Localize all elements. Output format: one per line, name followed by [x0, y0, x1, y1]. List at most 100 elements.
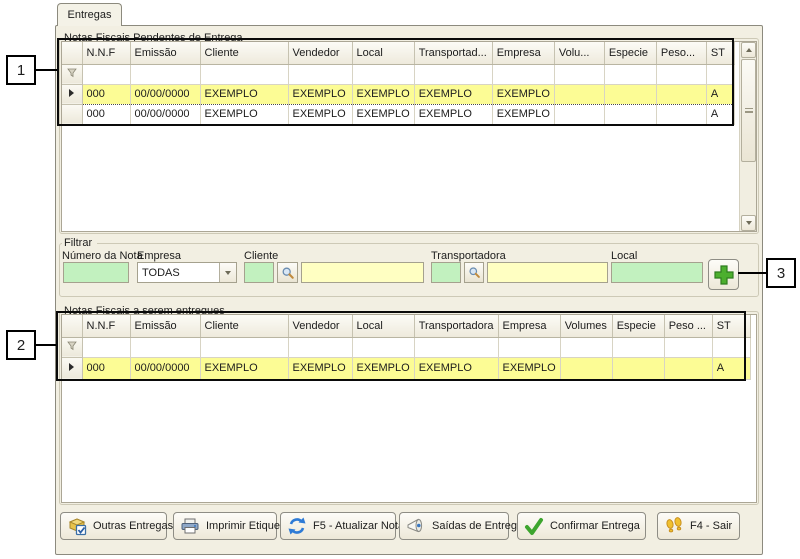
col-especie[interactable]: Especie: [604, 42, 656, 64]
filter-cell[interactable]: [352, 64, 414, 84]
cell-empresa[interactable]: EXEMPLO: [492, 104, 554, 124]
col-especie[interactable]: Especie: [612, 315, 664, 337]
col-peso[interactable]: Peso ...: [664, 315, 712, 337]
filter-cell[interactable]: [82, 337, 130, 357]
col-nnf[interactable]: N.N.F: [82, 42, 130, 64]
cliente-code-input[interactable]: [244, 262, 274, 283]
col-nnf[interactable]: N.N.F: [82, 315, 130, 337]
cell-emissao[interactable]: 00/00/0000: [130, 104, 200, 124]
filter-cell[interactable]: [492, 64, 554, 84]
empresa-select[interactable]: TODAS: [137, 262, 237, 283]
cell-cliente[interactable]: EXEMPLO: [200, 104, 288, 124]
col-emissao[interactable]: Emissão: [130, 315, 200, 337]
cell-transportadora[interactable]: EXEMPLO: [414, 357, 498, 379]
cell-empresa[interactable]: EXEMPLO: [498, 357, 560, 379]
col-cliente[interactable]: Cliente: [200, 315, 288, 337]
atualizar-notas-button[interactable]: F5 - Atualizar Notas: [280, 512, 396, 540]
scroll-up-button[interactable]: [741, 42, 756, 58]
cell-volumes[interactable]: [554, 104, 604, 124]
cell-vendedor[interactable]: EXEMPLO: [288, 84, 352, 104]
filter-cell[interactable]: [200, 64, 288, 84]
col-empresa[interactable]: Empresa: [492, 42, 554, 64]
col-peso[interactable]: Peso...: [656, 42, 706, 64]
cell-emissao[interactable]: 00/00/0000: [130, 84, 200, 104]
local-input[interactable]: [611, 262, 703, 283]
cell-emissao[interactable]: 00/00/0000: [130, 357, 200, 379]
col-local[interactable]: Local: [352, 42, 414, 64]
cell-vendedor[interactable]: EXEMPLO: [288, 104, 352, 124]
cell-peso[interactable]: [656, 104, 706, 124]
cell-st[interactable]: A: [706, 84, 734, 104]
col-vendedor[interactable]: Vendedor: [288, 42, 352, 64]
col-empresa[interactable]: Empresa: [498, 315, 560, 337]
filter-cell[interactable]: [414, 64, 492, 84]
col-volumes[interactable]: Volumes: [560, 315, 612, 337]
cell-local[interactable]: EXEMPLO: [352, 104, 414, 124]
filter-cell[interactable]: [712, 337, 750, 357]
col-st[interactable]: ST: [706, 42, 734, 64]
cliente-search-button[interactable]: [277, 262, 298, 283]
scroll-down-button[interactable]: [741, 215, 756, 231]
col-volumes[interactable]: Volu...: [554, 42, 604, 64]
col-local[interactable]: Local: [352, 315, 414, 337]
numero-nota-input[interactable]: [63, 262, 129, 283]
cell-nnf[interactable]: 000: [82, 104, 130, 124]
cell-empresa[interactable]: EXEMPLO: [492, 84, 554, 104]
cell-peso[interactable]: [656, 84, 706, 104]
filter-cell[interactable]: [288, 64, 352, 84]
cell-especie[interactable]: [604, 104, 656, 124]
cell-nnf[interactable]: 000: [82, 84, 130, 104]
add-to-delivery-button[interactable]: [708, 259, 739, 290]
col-transportadora[interactable]: Transportadora: [414, 315, 498, 337]
cell-especie[interactable]: [612, 357, 664, 379]
imprimir-etiqueta-button[interactable]: Imprimir Etiqueta: [173, 512, 277, 540]
filter-cell[interactable]: [498, 337, 560, 357]
filter-cell[interactable]: [664, 337, 712, 357]
row-selector[interactable]: [62, 357, 82, 379]
cell-especie[interactable]: [604, 84, 656, 104]
filter-cell[interactable]: [200, 337, 288, 357]
filter-cell[interactable]: [554, 64, 604, 84]
vertical-scrollbar[interactable]: [739, 42, 756, 231]
filter-cell[interactable]: [414, 337, 498, 357]
confirmar-entrega-button[interactable]: Confirmar Entrega: [517, 512, 646, 540]
filter-cell[interactable]: [130, 337, 200, 357]
col-transportadora[interactable]: Transportad...: [414, 42, 492, 64]
filter-cell[interactable]: [656, 64, 706, 84]
filter-cell[interactable]: [288, 337, 352, 357]
filter-cell[interactable]: [352, 337, 414, 357]
cell-st[interactable]: A: [712, 357, 750, 379]
filter-cell[interactable]: [82, 64, 130, 84]
outras-entregas-button[interactable]: Outras Entregas: [60, 512, 167, 540]
tab-entregas[interactable]: Entregas: [57, 3, 122, 26]
transportadora-name-input[interactable]: [487, 262, 608, 283]
filter-cell[interactable]: [612, 337, 664, 357]
filter-cell[interactable]: [604, 64, 656, 84]
cell-local[interactable]: EXEMPLO: [352, 84, 414, 104]
cliente-name-input[interactable]: [301, 262, 424, 283]
saidas-de-entrega-button[interactable]: Saídas de Entrega: [399, 512, 509, 540]
cell-volumes[interactable]: [560, 357, 612, 379]
cell-vendedor[interactable]: EXEMPLO: [288, 357, 352, 379]
filter-cell[interactable]: [130, 64, 200, 84]
cell-nnf[interactable]: 000: [82, 357, 130, 379]
filter-cell[interactable]: [560, 337, 612, 357]
filter-cell[interactable]: [706, 64, 734, 84]
cell-transportadora[interactable]: EXEMPLO: [414, 84, 492, 104]
col-st[interactable]: ST: [712, 315, 750, 337]
cell-st[interactable]: A: [706, 104, 734, 124]
col-cliente[interactable]: Cliente: [200, 42, 288, 64]
transportadora-search-button[interactable]: [464, 262, 484, 283]
cell-peso[interactable]: [664, 357, 712, 379]
cell-local[interactable]: EXEMPLO: [352, 357, 414, 379]
cell-cliente[interactable]: EXEMPLO: [200, 84, 288, 104]
scrollbar-thumb[interactable]: [741, 59, 756, 162]
cell-volumes[interactable]: [554, 84, 604, 104]
empresa-dropdown-button[interactable]: [219, 263, 236, 282]
col-vendedor[interactable]: Vendedor: [288, 315, 352, 337]
cell-cliente[interactable]: EXEMPLO: [200, 357, 288, 379]
row-selector[interactable]: [62, 84, 82, 104]
transportadora-code-input[interactable]: [431, 262, 461, 283]
row-selector[interactable]: [62, 104, 82, 124]
cell-transportadora[interactable]: EXEMPLO: [414, 104, 492, 124]
